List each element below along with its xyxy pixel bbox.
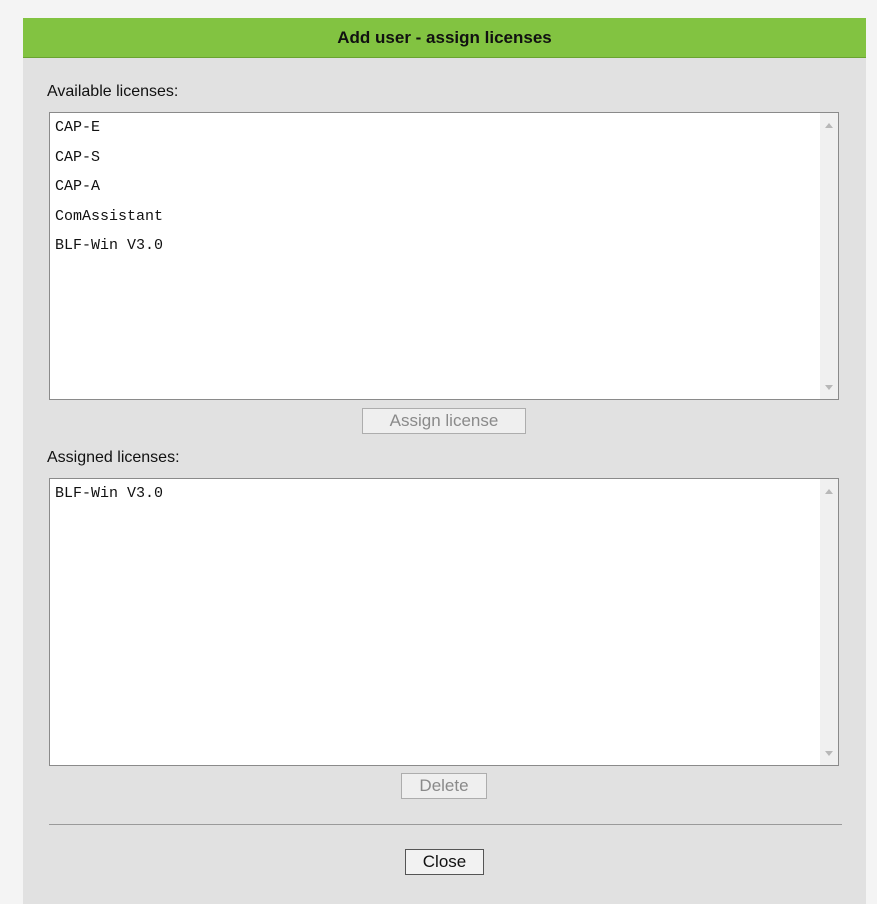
available-list-item[interactable]: CAP-E xyxy=(55,115,820,145)
assign-license-button[interactable]: Assign license xyxy=(362,408,526,434)
available-licenses-scrollbar[interactable] xyxy=(820,113,838,399)
assigned-licenses-list: BLF-Win V3.0 xyxy=(50,481,820,765)
assigned-list-item[interactable]: BLF-Win V3.0 xyxy=(55,481,820,511)
delete-button[interactable]: Delete xyxy=(401,773,487,799)
footer-divider xyxy=(49,824,842,825)
dialog-title: Add user - assign licenses xyxy=(23,18,866,58)
assigned-licenses-label: Assigned licenses: xyxy=(47,449,180,466)
available-list-item[interactable]: ComAssistant xyxy=(55,204,820,234)
available-list-item[interactable]: BLF-Win V3.0 xyxy=(55,233,820,263)
available-list-item[interactable]: CAP-S xyxy=(55,145,820,175)
add-user-license-dialog: Add user - assign licenses Available lic… xyxy=(23,18,866,904)
available-list-item[interactable]: CAP-A xyxy=(55,174,820,204)
available-licenses-listbox[interactable]: CAP-E CAP-S CAP-A ComAssistant BLF-Win V3.0 xyxy=(49,112,839,400)
scroll-down-arrow-icon[interactable] xyxy=(820,744,838,762)
scroll-up-arrow-icon[interactable] xyxy=(820,482,838,500)
available-licenses-list: CAP-E CAP-S CAP-A ComAssistant BLF-Win V3.0 xyxy=(50,115,820,399)
scroll-down-arrow-icon[interactable] xyxy=(820,378,838,396)
assigned-licenses-listbox[interactable]: BLF-Win V3.0 xyxy=(49,478,839,766)
available-licenses-label: Available licenses: xyxy=(47,83,179,100)
assigned-licenses-scrollbar[interactable] xyxy=(820,479,838,765)
scroll-up-arrow-icon[interactable] xyxy=(820,116,838,134)
close-button[interactable]: Close xyxy=(405,849,484,875)
